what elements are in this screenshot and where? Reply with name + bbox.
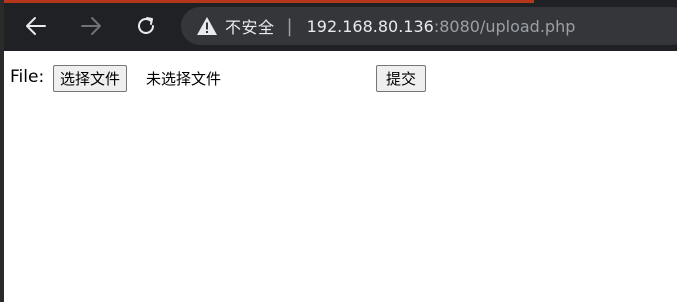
arrow-left-icon <box>25 15 47 37</box>
url-host[interactable]: 192.168.80.136 <box>307 17 434 36</box>
forward-button[interactable] <box>76 11 106 41</box>
window-edge <box>0 0 4 302</box>
url-path[interactable]: :8080/upload.php <box>434 17 576 36</box>
choose-file-button[interactable]: 选择文件 <box>53 65 128 92</box>
file-label: File: <box>10 67 45 87</box>
arrow-right-icon <box>80 15 102 37</box>
reload-button[interactable] <box>131 11 161 41</box>
warning-triangle-icon[interactable] <box>197 17 217 35</box>
back-button[interactable] <box>21 11 51 41</box>
no-file-chosen-text: 未选择文件 <box>146 70 222 88</box>
address-bar[interactable]: 不安全 | 192.168.80.136:8080/upload.php <box>181 7 677 45</box>
reload-icon <box>135 15 157 37</box>
security-status[interactable]: 不安全 <box>225 14 275 38</box>
submit-button[interactable]: 提交 <box>376 65 427 92</box>
browser-toolbar: 不安全 | 192.168.80.136:8080/upload.php <box>0 0 677 51</box>
page-content: File: 选择文件 未选择文件 提交 <box>0 51 677 302</box>
tab-strip-edge <box>0 0 534 3</box>
address-separator: | <box>286 15 293 37</box>
upload-form: File: 选择文件 未选择文件 提交 <box>10 65 670 93</box>
